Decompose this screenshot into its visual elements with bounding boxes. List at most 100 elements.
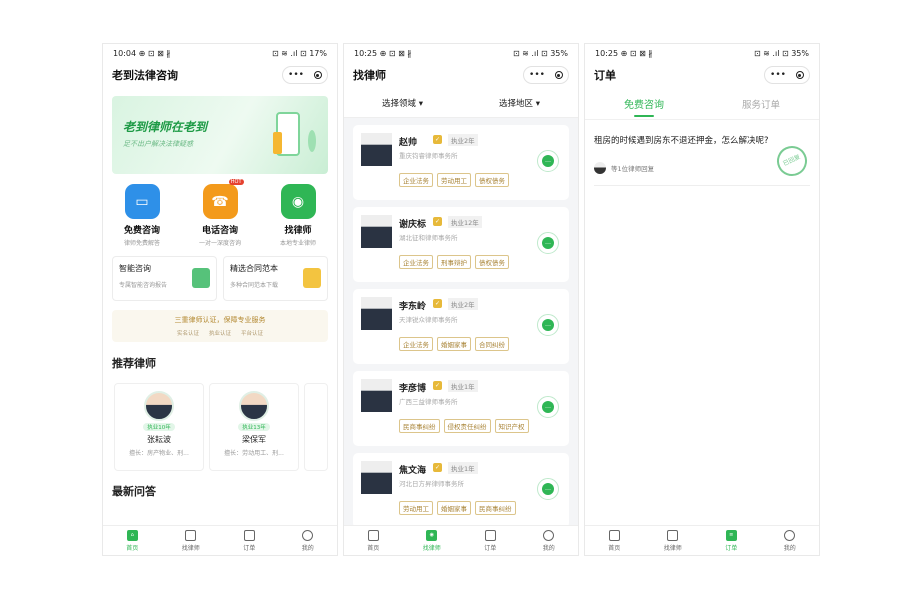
lawyer-card[interactable]: 李东岭 ✓ 执业2年 天津锐众律师事务所 企业法务 婚姻家事 合同纠纷 … — [353, 289, 569, 364]
tab-label: 找律师 — [181, 544, 200, 552]
status-right-text: ⊡ ≋ .ıl ⊡ 35% — [512, 48, 568, 58]
law-firm: 天津锐众律师事务所 — [399, 316, 458, 324]
tab-profile[interactable]: 我的 — [279, 526, 338, 555]
tool-cards: 智能咨询 专属智能咨询报告 精选合同范本 多种合同范本下载 — [112, 256, 328, 301]
mini-program-capsule: ••• — [282, 66, 328, 84]
qa-title: 最新问答 — [112, 485, 156, 498]
tab-home[interactable]: 首页 — [585, 526, 644, 555]
years-badge: 执业2年 — [448, 134, 478, 146]
lawyer-name: 李彦博 — [399, 384, 427, 394]
profile-icon — [302, 529, 314, 541]
tab-bar: 首页 ◉ 找律师 订单 我的 — [344, 525, 578, 555]
chat-button[interactable]: … — [537, 314, 559, 336]
skill-tag: 刑事辩护 — [437, 255, 471, 269]
lawyer-photo — [361, 133, 392, 166]
lawyer-card[interactable]: 执业10年 张耘波 擅长：房产物业、刑... — [114, 383, 204, 471]
promo-banner[interactable]: 老到律师在老到 足不出户解决法律疑惑 — [112, 96, 328, 174]
avatar — [144, 391, 174, 421]
lawyer-card[interactable]: 李彦博 ✓ 执业1年 广西三益律师事务所 民商事纠纷 侵权责任纠纷 知识产权 … — [353, 371, 569, 446]
service-name: 免费咨询 — [123, 226, 160, 236]
chat-button[interactable]: … — [537, 150, 559, 172]
chat-button[interactable]: … — [537, 396, 559, 418]
order-icon — [243, 529, 255, 541]
tab-orders[interactable]: 订单 — [220, 526, 279, 555]
lawyer-photo — [361, 461, 392, 494]
years-badge: 执业1年 — [448, 462, 478, 474]
lawyer-card[interactable]: 执业13年 梁保军 擅长：劳动用工、刑... — [209, 383, 299, 471]
tab-home[interactable]: ⌂ 首页 — [103, 526, 162, 555]
skill-tags: 企业法务 刑事辩护 债权债务 — [399, 255, 509, 269]
status-bar: 10:25 ⊕ ⊡ ⊠ ∦ ⊡ ≋ .ıl ⊡ 35% — [585, 44, 819, 62]
home-icon — [367, 529, 379, 541]
avatar — [239, 391, 269, 421]
tab-profile[interactable]: 我的 — [520, 526, 579, 555]
years-badge: 执业12年 — [448, 216, 482, 228]
lawyer-name: 谢庆标 — [399, 220, 427, 230]
tab-label: 首页 — [126, 544, 139, 552]
cert-title: 三重律师认证，保障专业服务 — [174, 316, 266, 324]
skill-tag: 民商事纠纷 — [399, 419, 440, 433]
order-item[interactable]: 租房的时候遇到房东不退还押金，怎么解决呢? 等1位律师回复 已回复 — [594, 128, 812, 186]
tab-find-lawyer[interactable]: ◉ 找律师 — [403, 526, 462, 555]
chat-button[interactable]: … — [537, 232, 559, 254]
page-title: 订单 — [594, 69, 616, 82]
skill-tag: 劳动用工 — [399, 501, 433, 515]
mini-program-capsule: ••• — [523, 66, 569, 84]
more-icon[interactable]: ••• — [529, 70, 545, 80]
close-target-icon[interactable] — [554, 71, 563, 79]
tab-bar: ⌂ 首页 找律师 订单 我的 — [103, 525, 337, 555]
tab-orders[interactable]: ≡ 订单 — [702, 526, 761, 555]
nav-header: 找律师 ••• — [344, 62, 578, 88]
lawyer-photo — [361, 297, 392, 330]
close-target-icon[interactable] — [795, 71, 804, 79]
lawyer-card-partial[interactable] — [304, 383, 328, 471]
field-filter-dropdown[interactable]: 选择领域 ▾ — [382, 97, 423, 109]
lawyer-photo — [361, 379, 392, 412]
service-name: 找律师 — [284, 226, 312, 236]
law-firm: 重庆钧睿律师事务所 — [399, 152, 458, 160]
lawyer-card[interactable]: 赵帅 ✓ 执业2年 重庆钧睿律师事务所 企业法务 劳动用工 债权债务 … — [353, 125, 569, 200]
status-right-text: ⊡ ≋ .ıl ⊡ 17% — [271, 48, 327, 58]
tab-profile[interactable]: 我的 — [761, 526, 820, 555]
phone-icon: ☎ HOT — [202, 179, 244, 219]
service-phone-consult[interactable]: ☎ HOT 电话咨询 一对一深度咨询 — [185, 179, 255, 247]
tab-home[interactable]: 首页 — [344, 526, 403, 555]
profile-icon — [543, 529, 555, 541]
order-waiting: 等1位律师回复 — [594, 162, 654, 174]
skill-tags: 企业法务 劳动用工 债权债务 — [399, 173, 509, 187]
lawyer-name: 焦文海 — [399, 466, 427, 476]
contract-template-card[interactable]: 精选合同范本 多种合同范本下载 — [223, 256, 328, 301]
tab-label: 我的 — [301, 544, 314, 552]
lawyer-card[interactable]: 谢庆标 ✓ 执业12年 湖北征和律师事务所 企业法务 刑事辩护 债权债务 … — [353, 207, 569, 282]
tab-label: 订单 — [243, 544, 256, 552]
order-question: 租房的时候遇到房东不退还押金，怎么解决呢? — [594, 136, 769, 146]
skill-tag: 婚姻家事 — [437, 501, 471, 515]
certification-banner: 三重律师认证，保障专业服务 实名认证 执业认证 平台认证 — [112, 310, 328, 342]
smart-consult-card[interactable]: 智能咨询 专属智能咨询报告 — [112, 256, 217, 301]
tab-label: 订单 — [484, 544, 497, 552]
more-icon[interactable]: ••• — [770, 70, 786, 80]
more-icon[interactable]: ••• — [288, 70, 304, 80]
service-find-lawyer[interactable]: ◉ 找律师 本地专业律师 — [263, 184, 333, 247]
skill-tag: 企业法务 — [399, 337, 433, 351]
status-time: 10:25 — [354, 48, 378, 58]
tab-find-lawyer[interactable]: 找律师 — [644, 526, 703, 555]
service-free-consult[interactable]: ▭ 免费咨询 律师免费解答 — [107, 184, 177, 247]
tab-find-lawyer[interactable]: 找律师 — [162, 526, 221, 555]
leaf-illustration-icon — [308, 130, 316, 152]
years-badge: 执业1年 — [448, 380, 478, 392]
tab-label: 首页 — [608, 544, 621, 552]
status-time: 10:04 — [113, 48, 137, 58]
law-firm: 广西三益律师事务所 — [399, 398, 458, 406]
tab-orders[interactable]: 订单 — [461, 526, 520, 555]
close-target-icon[interactable] — [313, 71, 322, 79]
page-title: 老到法律咨询 — [112, 69, 178, 82]
skill-tag: 债权债务 — [475, 173, 509, 187]
lawyer-card[interactable]: 焦文海 ✓ 执业1年 河北日方昇律师事务所 劳动用工 婚姻家事 民商事纠纷 … — [353, 453, 569, 528]
filter-bar: 选择领域 ▾ 选择地区 ▾ — [344, 88, 578, 118]
lawyer-name: 赵帅 — [399, 138, 418, 148]
tab-service-orders[interactable]: 服务订单 — [742, 97, 780, 111]
region-filter-dropdown[interactable]: 选择地区 ▾ — [499, 97, 540, 109]
chat-button[interactable]: … — [537, 478, 559, 500]
tab-free-consult[interactable]: 免费咨询 — [624, 96, 664, 117]
